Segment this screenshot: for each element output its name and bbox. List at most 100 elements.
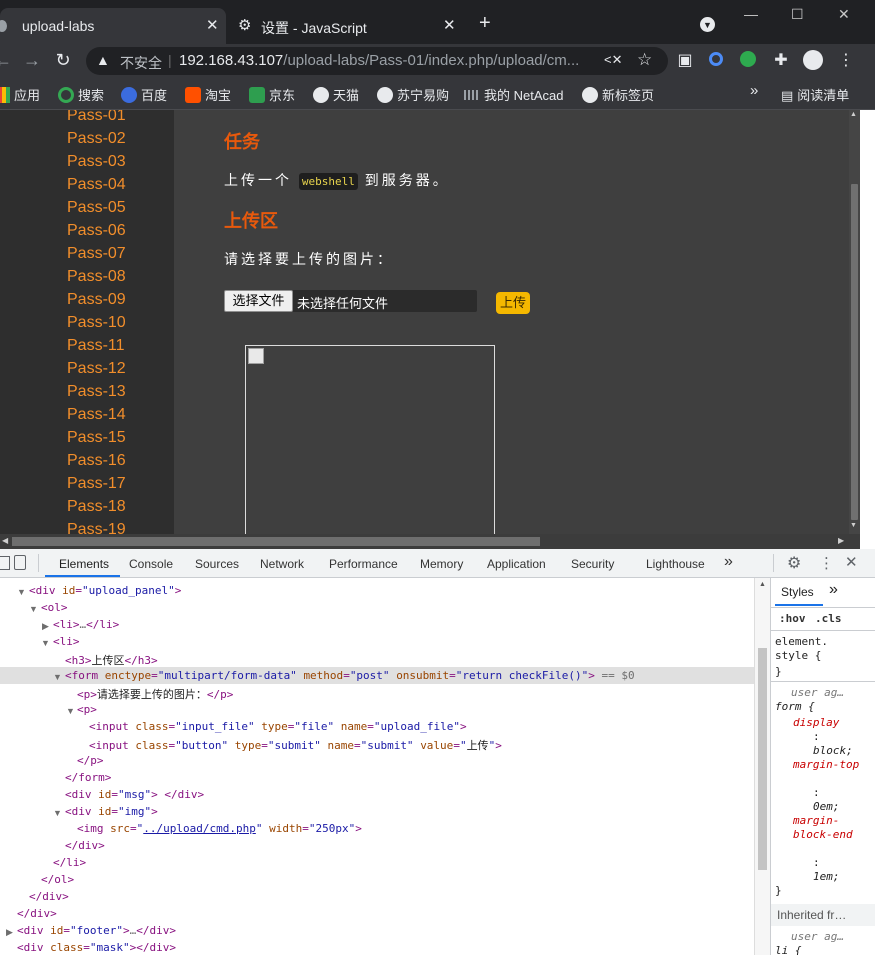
reading-list[interactable]: ▤ 阅读清单 bbox=[781, 85, 849, 104]
bookmark-new-tab[interactable]: 新标签页 bbox=[582, 85, 654, 104]
sidebar-item-pass-06[interactable]: Pass-06 bbox=[67, 222, 126, 240]
expand-triangle-icon[interactable]: ▶ bbox=[6, 927, 13, 938]
tab-security[interactable]: Security bbox=[571, 557, 614, 571]
sidebar-item-pass-14[interactable]: Pass-14 bbox=[67, 406, 126, 424]
warning-icon[interactable]: ▲ bbox=[96, 52, 110, 68]
collapse-triangle-icon[interactable]: ▼ bbox=[29, 604, 38, 614]
inspect-element-icon[interactable] bbox=[0, 556, 10, 570]
extensions-puzzle-icon[interactable]: ✚ bbox=[770, 50, 792, 70]
dom-node-p-close[interactable]: </p> bbox=[77, 754, 104, 771]
dom-node-upload-panel[interactable]: <div id="upload_panel"> bbox=[29, 584, 181, 601]
close-tab-icon[interactable]: ✕ bbox=[443, 16, 456, 34]
sidebar-item-pass-03[interactable]: Pass-03 bbox=[67, 153, 126, 171]
class-toggle[interactable]: .cls bbox=[815, 612, 842, 625]
close-tab-icon[interactable]: ✕ bbox=[206, 16, 219, 34]
tab-lighthouse[interactable]: Lighthouse bbox=[646, 557, 705, 571]
bookmark-taobao[interactable]: 淘宝 bbox=[185, 85, 231, 104]
bookmark-netacad[interactable]: 我的 NetAcad bbox=[464, 85, 563, 104]
sidebar-item-pass-01[interactable]: Pass-01 bbox=[67, 110, 126, 125]
dom-node-form[interactable]: <form enctype="multipart/form-data" meth… bbox=[65, 669, 635, 686]
page-horizontal-scrollbar[interactable]: ◀ ▶ bbox=[0, 534, 860, 549]
hover-state-toggle[interactable]: :hov bbox=[779, 612, 806, 625]
dom-node-ol-close[interactable]: </ol> bbox=[41, 873, 74, 890]
url-text[interactable]: 192.168.43.107/upload-labs/Pass-01/index… bbox=[179, 52, 579, 69]
close-window-icon[interactable]: ✕ bbox=[838, 6, 850, 23]
dom-node-div-close[interactable]: </div> bbox=[17, 907, 57, 924]
dom-node-li[interactable]: <li> bbox=[53, 635, 80, 652]
dom-node-h3[interactable]: <h3>上传区</h3> bbox=[65, 652, 158, 669]
settings-gear-icon[interactable]: ⚙ bbox=[787, 553, 801, 573]
choose-file-button[interactable]: 选择文件 bbox=[224, 290, 293, 312]
file-input[interactable]: 选择文件 未选择任何文件 bbox=[224, 290, 477, 312]
sidebar-item-pass-08[interactable]: Pass-08 bbox=[67, 268, 126, 286]
dom-node-msg[interactable]: <div id="msg"> </div> bbox=[65, 788, 204, 805]
sidebar-item-pass-19[interactable]: Pass-19 bbox=[67, 521, 126, 534]
tab-console[interactable]: Console bbox=[129, 557, 173, 571]
collapse-triangle-icon[interactable]: ▼ bbox=[41, 638, 50, 648]
collapse-triangle-icon[interactable]: ▼ bbox=[53, 672, 62, 682]
element-style-selector[interactable]: element. bbox=[775, 635, 828, 648]
elements-scrollbar[interactable]: ▲ bbox=[754, 578, 770, 955]
tab-elements[interactable]: Elements bbox=[59, 557, 109, 571]
upload-submit-button[interactable]: 上传 bbox=[496, 292, 530, 314]
dom-node-p[interactable]: <p>请选择要上传的图片：</p> bbox=[77, 686, 233, 703]
dom-node-form-close[interactable]: </form> bbox=[65, 771, 111, 788]
bookmark-star-icon[interactable]: ☆ bbox=[637, 50, 652, 70]
bookmark-apps[interactable]: 应用 bbox=[0, 85, 40, 104]
scroll-up-icon[interactable]: ▲ bbox=[759, 581, 766, 588]
dom-node-img[interactable]: <img src="../upload/cmd.php" width="250p… bbox=[77, 822, 362, 839]
forward-icon[interactable]: → bbox=[21, 50, 43, 71]
scroll-up-icon[interactable]: ▲ bbox=[850, 111, 857, 118]
back-icon[interactable]: ← bbox=[0, 50, 14, 71]
tab-network[interactable]: Network bbox=[260, 557, 304, 571]
dom-node-div-close[interactable]: </div> bbox=[29, 890, 69, 907]
tab-memory[interactable]: Memory bbox=[420, 557, 463, 571]
security-label[interactable]: 不安全 bbox=[120, 53, 162, 73]
dom-node-input-submit[interactable]: <input class="button" type="submit" name… bbox=[89, 737, 502, 754]
tab-upload-labs[interactable]: upload-labs ✕ bbox=[0, 8, 226, 44]
dom-node-footer[interactable]: <div id="footer">…</div> bbox=[17, 924, 176, 941]
tab-application[interactable]: Application bbox=[487, 557, 546, 571]
bookmark-search[interactable]: 搜索 bbox=[58, 85, 104, 104]
tab-performance[interactable]: Performance bbox=[329, 557, 398, 571]
new-tab-button[interactable]: + bbox=[479, 13, 491, 33]
dom-node-ol[interactable]: <ol> bbox=[41, 601, 68, 618]
dom-node-p-open[interactable]: <p> bbox=[77, 703, 97, 720]
styles-tab[interactable]: Styles bbox=[781, 585, 814, 599]
sidebar-item-pass-09[interactable]: Pass-09 bbox=[67, 291, 126, 309]
bookmark-tmall[interactable]: 天猫 bbox=[313, 85, 359, 104]
scroll-thumb[interactable] bbox=[12, 537, 540, 546]
element-style-selector[interactable]: style { bbox=[775, 649, 821, 662]
dom-node-mask[interactable]: <div class="mask"></div> bbox=[17, 941, 176, 955]
sidebar-item-pass-16[interactable]: Pass-16 bbox=[67, 452, 126, 470]
expand-triangle-icon[interactable]: ▶ bbox=[42, 621, 49, 632]
collapse-triangle-icon[interactable]: ▼ bbox=[53, 808, 62, 818]
bookmarks-overflow-icon[interactable]: » bbox=[750, 82, 758, 99]
menu-kebab-icon[interactable]: ⋮ bbox=[835, 50, 857, 70]
bookmark-jd[interactable]: 京东 bbox=[249, 85, 295, 104]
more-tabs-icon[interactable]: » bbox=[724, 553, 733, 571]
blocked-script-icon[interactable]: <✕ bbox=[604, 52, 622, 68]
scroll-down-icon[interactable]: ▼ bbox=[850, 522, 857, 529]
sidebar-item-pass-10[interactable]: Pass-10 bbox=[67, 314, 126, 332]
devtools-menu-icon[interactable]: ⋮ bbox=[819, 554, 834, 572]
styles-more-icon[interactable]: » bbox=[829, 581, 838, 599]
collapse-triangle-icon[interactable]: ▼ bbox=[17, 587, 26, 597]
tab-settings[interactable]: ⚙ 设置 - JavaScript ✕ bbox=[228, 8, 465, 44]
extension-green-icon[interactable] bbox=[740, 51, 756, 67]
profile-avatar-icon[interactable] bbox=[803, 50, 823, 70]
dom-node-li-collapsed[interactable]: <li>…</li> bbox=[53, 618, 119, 635]
dom-node-img-div[interactable]: <div id="img"> bbox=[65, 805, 158, 822]
scroll-left-icon[interactable]: ◀ bbox=[2, 536, 8, 545]
reload-icon[interactable]: ↻ bbox=[52, 50, 74, 71]
sidebar-item-pass-13[interactable]: Pass-13 bbox=[67, 383, 126, 401]
bookmark-baidu[interactable]: 百度 bbox=[121, 85, 167, 104]
close-devtools-icon[interactable]: ✕ bbox=[845, 553, 858, 571]
device-toolbar-icon[interactable] bbox=[14, 555, 26, 570]
sidebar-item-pass-04[interactable]: Pass-04 bbox=[67, 176, 126, 194]
bookmark-suning[interactable]: 苏宁易购 bbox=[377, 85, 449, 104]
tab-search-icon[interactable]: ▼ bbox=[700, 17, 715, 32]
page-vertical-scrollbar[interactable]: ▲ ▼ bbox=[849, 110, 860, 534]
minimize-icon[interactable]: — bbox=[744, 6, 758, 22]
sidebar-item-pass-15[interactable]: Pass-15 bbox=[67, 429, 126, 447]
